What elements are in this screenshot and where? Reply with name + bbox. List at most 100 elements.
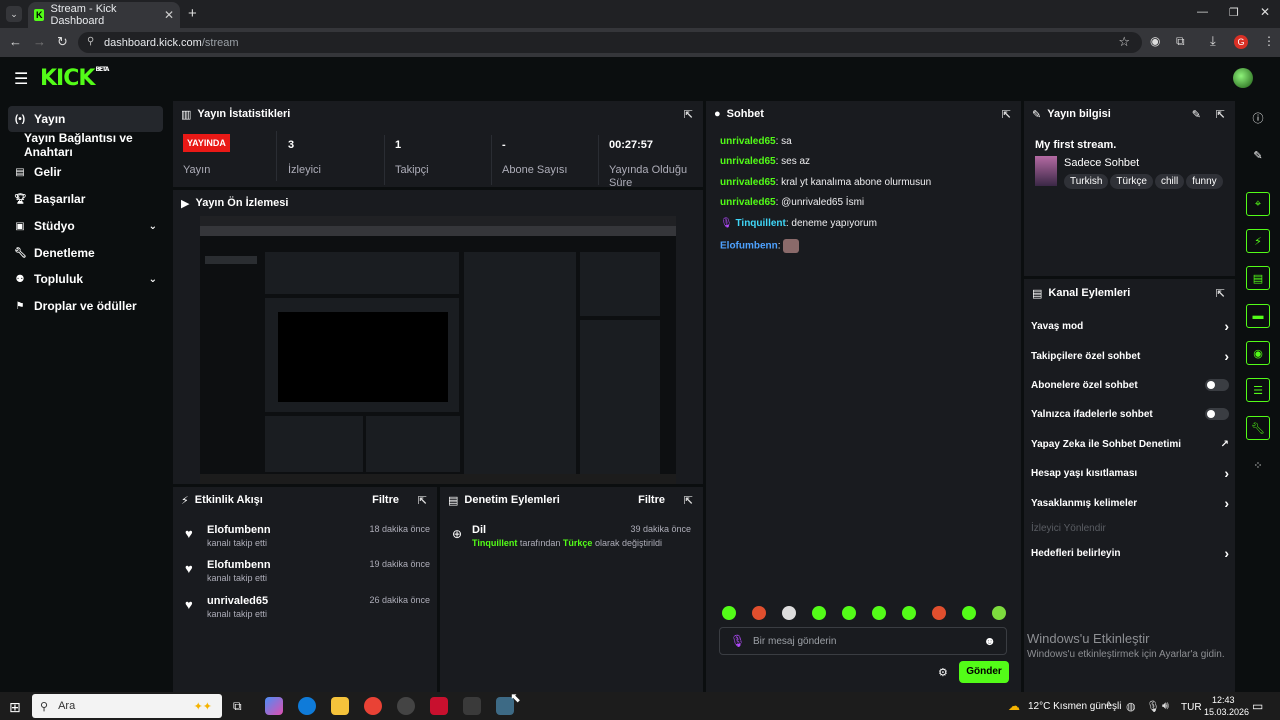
- profile-avatar[interactable]: G: [1234, 35, 1248, 49]
- tag-chip[interactable]: funny: [1186, 174, 1223, 189]
- back-icon[interactable]: ←: [9, 34, 22, 49]
- chat-username[interactable]: Elofumbenn: [720, 241, 778, 252]
- emoji-icon[interactable]: ☻: [983, 634, 996, 648]
- emote-icon[interactable]: [932, 606, 946, 620]
- close-window-icon[interactable]: ✕: [1260, 5, 1270, 19]
- file-explorer-icon[interactable]: [331, 697, 349, 715]
- activity-user[interactable]: Elofumbenn: [207, 559, 271, 571]
- input-language[interactable]: TUR: [1181, 702, 1202, 713]
- emote-icon[interactable]: [812, 606, 826, 620]
- app-icon[interactable]: [463, 697, 481, 715]
- emote-icon[interactable]: [752, 606, 766, 620]
- extensions-puzzle-icon[interactable]: ⧉: [1176, 34, 1185, 49]
- emote-icon[interactable]: [842, 606, 856, 620]
- popout-icon[interactable]: ⇱: [684, 108, 693, 121]
- sidebar-item-denetleme[interactable]: 🔧︎ Denetleme: [8, 240, 163, 266]
- obs-icon[interactable]: [397, 697, 415, 715]
- microphone-icon[interactable]: 🎙︎: [1146, 700, 1160, 713]
- chat-input[interactable]: 🎙︎ Bir mesaj gönderin ☻: [719, 627, 1007, 655]
- add-widget-icon[interactable]: ⁘: [1246, 453, 1270, 477]
- action-set-goals[interactable]: Hedefleri belirleyin ›: [1031, 544, 1229, 562]
- maximize-icon[interactable]: ❐: [1229, 6, 1239, 19]
- emote-icon[interactable]: [872, 606, 886, 620]
- activity-user[interactable]: Elofumbenn: [207, 524, 271, 536]
- broadcast-icon[interactable]: ◉: [1246, 341, 1270, 365]
- document-icon[interactable]: ▤: [1246, 266, 1270, 290]
- chat-username[interactable]: unrivaled65: [720, 177, 776, 188]
- toggle-switch[interactable]: [1205, 379, 1229, 391]
- taskbar-search[interactable]: ⚲ Ara ✦✦: [32, 694, 222, 718]
- forward-icon[interactable]: →: [33, 34, 46, 49]
- reload-icon[interactable]: ↻: [57, 34, 68, 50]
- chat-settings-icon[interactable]: ⚙: [938, 666, 948, 679]
- sidebar-item-droplar[interactable]: ⚑ Droplar ve ödüller: [8, 293, 163, 319]
- volume-icon[interactable]: 🔊︎: [1162, 700, 1169, 713]
- emote-icon[interactable]: [722, 606, 736, 620]
- emote-icon[interactable]: [902, 606, 916, 620]
- bolt-icon[interactable]: ⚡︎: [1246, 229, 1270, 253]
- activity-user[interactable]: unrivaled65: [207, 595, 268, 607]
- address-bar[interactable]: ⚲ dashboard.kick.com/stream ☆: [78, 32, 1142, 53]
- popout-icon[interactable]: ⇱: [418, 494, 427, 507]
- emote-icon[interactable]: [962, 606, 976, 620]
- copilot-icon[interactable]: [265, 697, 283, 715]
- windows-start-icon[interactable]: ⊞: [9, 699, 21, 716]
- popout-icon[interactable]: ⇱: [1002, 108, 1011, 121]
- sidebar-item-basarilar[interactable]: 🏆︎ Başarılar: [8, 186, 163, 212]
- kick-logo[interactable]: KICKBETA: [40, 66, 109, 91]
- download-icon[interactable]: ⤓: [1210, 33, 1216, 49]
- clock-time[interactable]: 12:43: [1212, 695, 1235, 705]
- extension-icon[interactable]: ◉: [1150, 34, 1160, 48]
- clock-date[interactable]: 15.03.2026: [1204, 707, 1249, 717]
- notification-icon[interactable]: ▭: [1252, 699, 1263, 713]
- browser-tab-active[interactable]: K Stream - Kick Dashboard ✕: [28, 2, 180, 28]
- send-button[interactable]: Gönder: [959, 661, 1009, 683]
- sidebar-item-yayin[interactable]: (•) Yayın: [8, 106, 163, 132]
- chat-username[interactable]: unrivaled65: [720, 156, 776, 167]
- chrome-icon[interactable]: [364, 697, 382, 715]
- info-icon[interactable]: ⓘ: [1246, 106, 1270, 130]
- emote-icon[interactable]: [992, 606, 1006, 620]
- tag-chip[interactable]: chill: [1154, 174, 1185, 189]
- browser-menu-icon[interactable]: ⋮: [1263, 34, 1275, 48]
- popout-icon[interactable]: ⇱: [1216, 287, 1225, 300]
- emote-icon[interactable]: [782, 606, 796, 620]
- hamburger-menu-icon[interactable]: ☰: [14, 69, 28, 89]
- user-avatar[interactable]: [1233, 68, 1253, 88]
- app-icon[interactable]: [430, 697, 448, 715]
- task-view-icon[interactable]: ⧉: [233, 699, 242, 714]
- chat-icon[interactable]: ▬: [1246, 304, 1270, 328]
- chat-username[interactable]: unrivaled65: [720, 197, 776, 208]
- category-name[interactable]: Sadece Sohbet: [1064, 157, 1139, 169]
- edit-pencil-icon[interactable]: ✎: [1246, 143, 1270, 167]
- toggle-switch[interactable]: [1205, 408, 1229, 420]
- site-info-icon[interactable]: ⚲: [87, 36, 94, 47]
- tray-chevron-icon[interactable]: ^: [1106, 700, 1111, 712]
- new-tab-icon[interactable]: +: [188, 5, 197, 22]
- clip-icon[interactable]: ⌖: [1246, 192, 1270, 216]
- moderator-user[interactable]: Tinquillent: [472, 538, 517, 548]
- popout-icon[interactable]: ⇱: [1216, 108, 1225, 121]
- sidebar-item-gelir[interactable]: ▤ Gelir: [8, 159, 163, 185]
- filter-button[interactable]: Filtre: [638, 494, 665, 506]
- tag-chip[interactable]: Turkish: [1064, 174, 1109, 189]
- action-account-age[interactable]: Hesap yaşı kısıtlaması ›: [1031, 464, 1229, 482]
- wrench-icon[interactable]: 🔧︎: [1246, 416, 1270, 440]
- close-tab-icon[interactable]: ✕: [164, 8, 174, 22]
- edit-icon[interactable]: ✎: [1192, 108, 1201, 121]
- popout-icon[interactable]: ⇱: [684, 494, 693, 507]
- layout-icon[interactable]: ☰: [1246, 378, 1270, 402]
- sidebar-item-studyo[interactable]: ▣ Stüdyo ⌄: [8, 213, 163, 239]
- edge-icon[interactable]: [298, 697, 316, 715]
- action-followers-only[interactable]: Takipçilere özel sohbet ›: [1031, 347, 1229, 365]
- tab-search-chevron-icon[interactable]: ⌄: [6, 6, 22, 22]
- chat-username[interactable]: Tinquillent: [735, 218, 785, 229]
- bookmark-star-icon[interactable]: ☆: [1118, 34, 1130, 50]
- action-ai-moderation[interactable]: Yapay Zeka ile Sohbet Denetimi ↗: [1031, 435, 1229, 453]
- action-banned-words[interactable]: Yasaklanmış kelimeler ›: [1031, 494, 1229, 512]
- tag-chip[interactable]: Türkçe: [1110, 174, 1153, 189]
- chat-username[interactable]: unrivaled65: [720, 136, 776, 147]
- filter-button[interactable]: Filtre: [372, 494, 399, 506]
- stream-preview-video[interactable]: [200, 216, 676, 484]
- action-slow-mode[interactable]: Yavaş mod ›: [1031, 317, 1229, 335]
